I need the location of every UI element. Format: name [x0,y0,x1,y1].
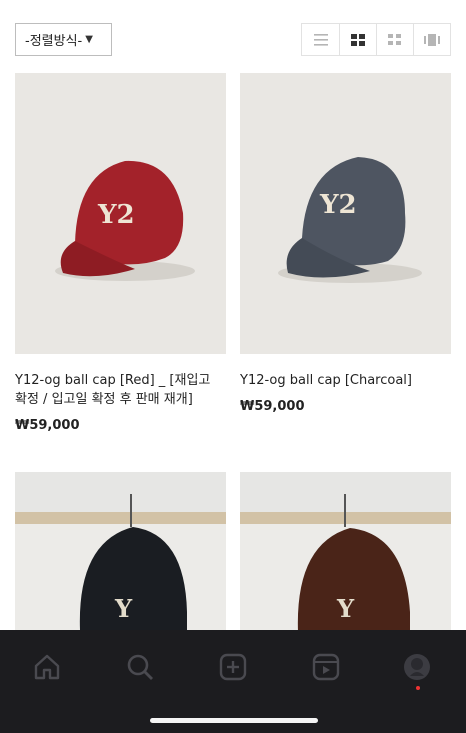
small-grid-icon[interactable] [376,24,413,55]
home-indicator [150,718,318,723]
svg-text:Y: Y [114,594,133,623]
product-card[interactable]: Y2 Y12-og ball cap [Red] _ [재입고 확정 / 입고일… [15,73,226,433]
product-card[interactable]: Y [15,472,226,642]
sort-dropdown[interactable]: -정렬방식- ▼ [15,23,112,56]
gallery-view-icon[interactable] [413,24,450,55]
reels-icon[interactable] [311,652,341,682]
sort-label: -정렬방식- [25,34,83,49]
add-post-icon[interactable] [218,652,248,682]
two-column-grid-icon[interactable] [339,24,376,55]
product-image[interactable]: Y [240,472,451,642]
product-image[interactable]: Y2 [15,73,226,354]
toolbar: -정렬방식- ▼ [15,23,451,57]
notification-dot [416,686,420,690]
product-price: ₩59,000 [15,418,80,433]
view-mode-switcher [301,23,451,56]
svg-text:Y2: Y2 [319,190,357,220]
list-view-icon[interactable] [302,24,339,55]
search-icon[interactable] [125,652,155,682]
product-name[interactable]: Y12-og ball cap [Charcoal] [240,371,451,390]
product-price: ₩59,000 [240,399,305,414]
svg-text:Y: Y [336,594,355,623]
product-card[interactable]: Y [240,472,451,642]
product-image[interactable]: Y2 [240,73,451,354]
product-image[interactable]: Y [15,472,226,642]
product-name[interactable]: Y12-og ball cap [Red] _ [재입고 확정 / 입고일 확정… [15,371,226,409]
chevron-down-icon: ▼ [85,34,93,45]
svg-text:Y2: Y2 [97,200,135,230]
profile-avatar-icon[interactable] [402,652,432,682]
home-icon[interactable] [32,652,62,682]
product-card[interactable]: Y2 Y12-og ball cap [Charcoal] ₩59,000 [240,73,451,414]
